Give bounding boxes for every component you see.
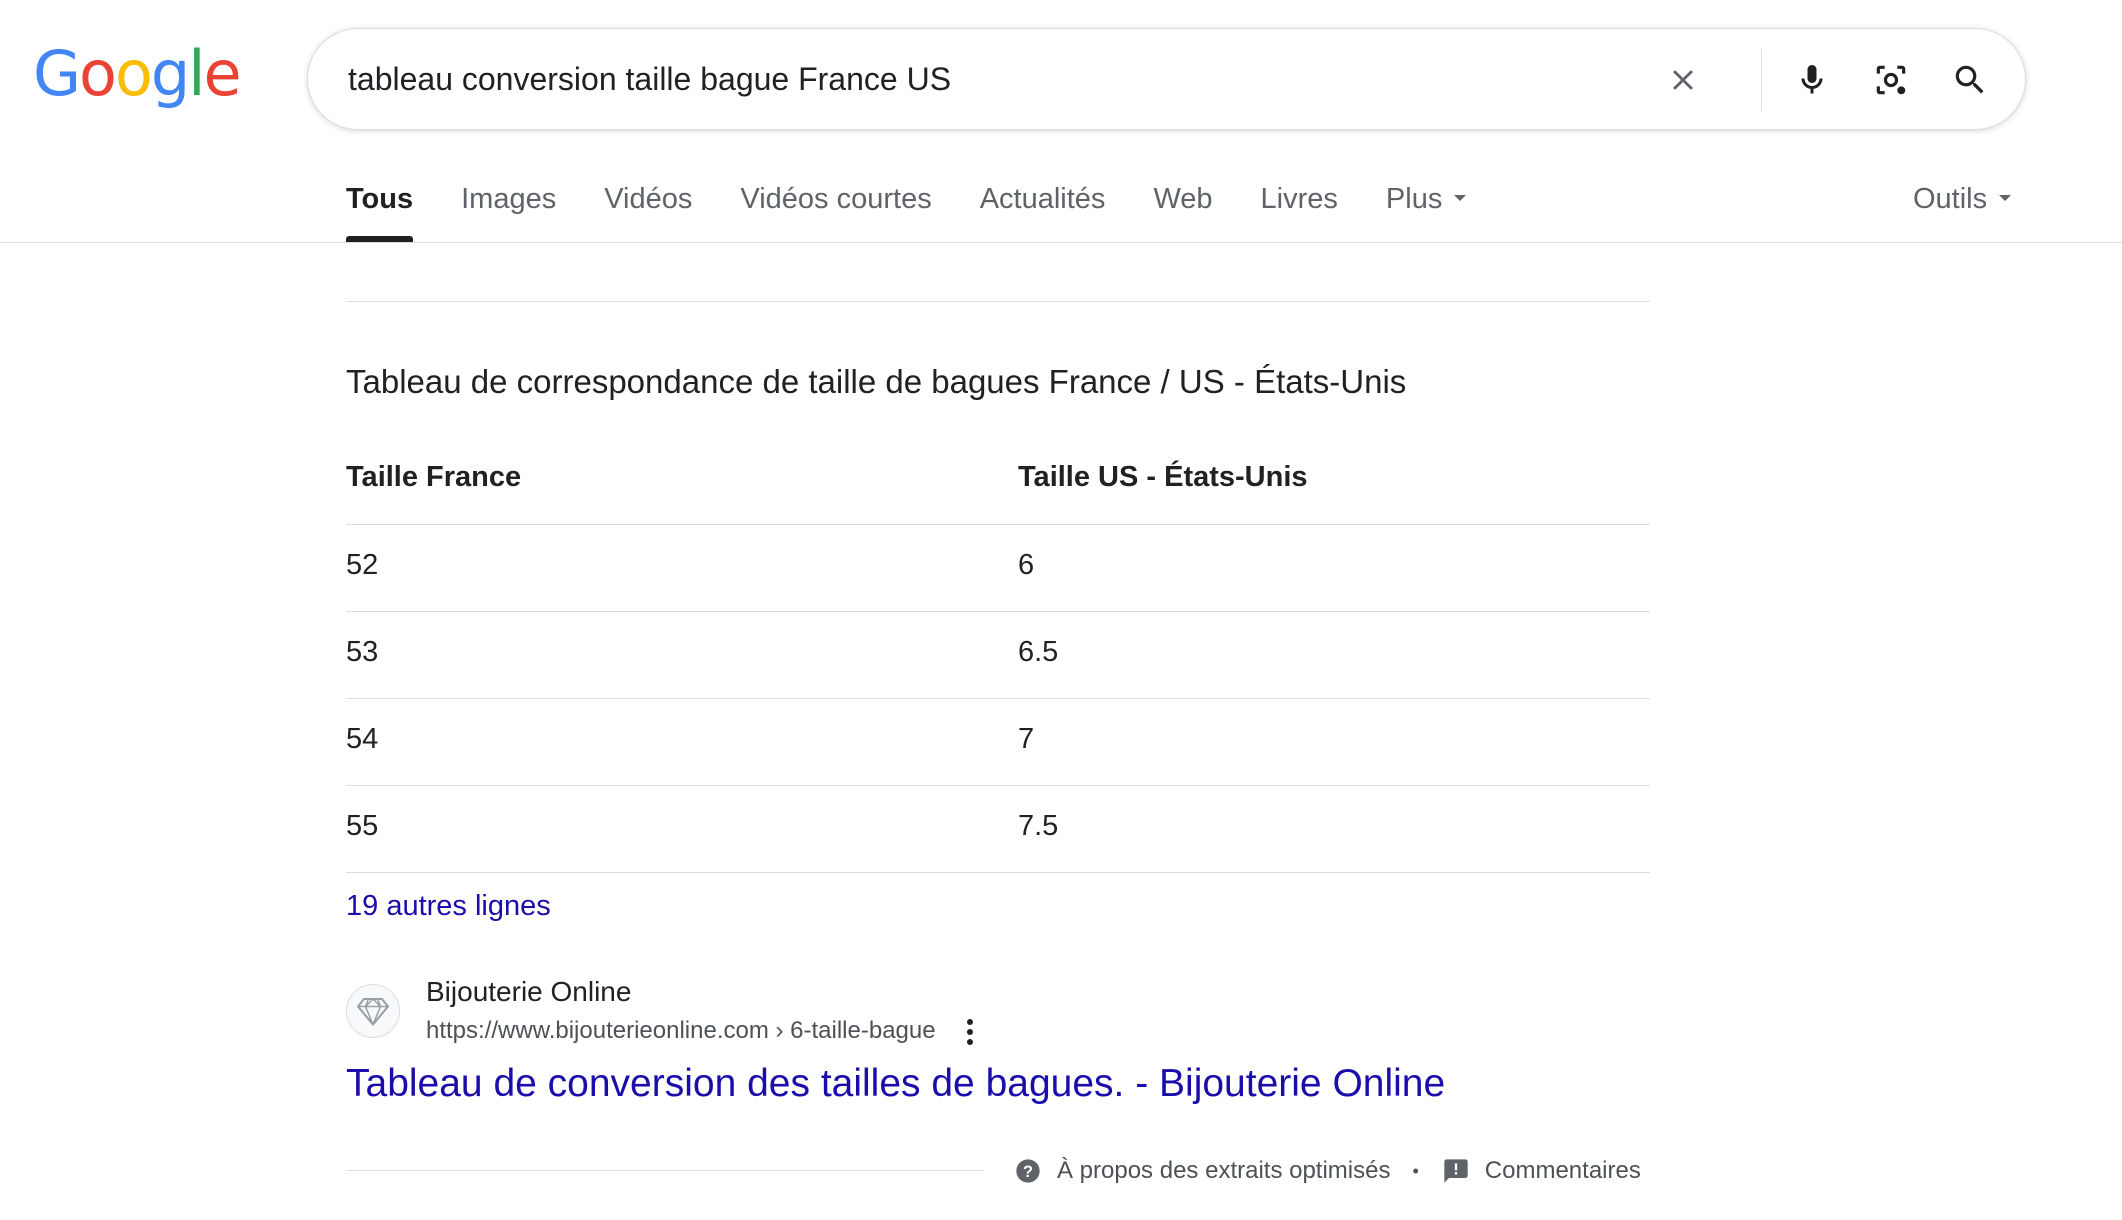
logo-letter-g: G xyxy=(33,37,81,110)
footer-separator: • xyxy=(1412,1160,1419,1181)
tab-videos[interactable]: Vidéos xyxy=(604,176,692,242)
snippet-footer: ? À propos des extraits optimisés • Comm… xyxy=(1013,1154,1641,1188)
svg-text:?: ? xyxy=(1023,1163,1033,1181)
logo-letter-l: l xyxy=(188,37,205,110)
tab-livres[interactable]: Livres xyxy=(1261,176,1338,242)
google-logo[interactable]: Google xyxy=(33,43,242,105)
table-cell: 6.5 xyxy=(1018,636,1059,668)
conversion-table: Taille France Taille US - États-Unis 52 … xyxy=(346,437,1650,873)
tools-label: Outils xyxy=(1913,183,1988,215)
tab-tous[interactable]: Tous xyxy=(346,176,414,242)
logo-letter-g2: g xyxy=(150,37,190,110)
result-title-link[interactable]: Tableau de conversion des tailles de bag… xyxy=(346,1062,1445,1106)
table-cell: 7.5 xyxy=(1018,810,1059,842)
camera-lens-icon[interactable] xyxy=(1866,55,1916,105)
logo-letter-o1: o xyxy=(79,37,117,110)
feedback-icon[interactable] xyxy=(1441,1156,1471,1186)
tab-web[interactable]: Web xyxy=(1153,176,1212,242)
tools-button[interactable]: Outils xyxy=(1913,176,2012,222)
site-name[interactable]: Bijouterie Online xyxy=(426,976,631,1008)
table-cell: 53 xyxy=(346,636,379,668)
chevron-down-icon xyxy=(1454,195,1467,202)
microphone-icon[interactable] xyxy=(1787,55,1837,105)
table-row: 53 6.5 xyxy=(346,612,1650,699)
table-header-row: Taille France Taille US - États-Unis xyxy=(346,437,1650,525)
snippet-top-divider xyxy=(346,301,1650,302)
table-row: 52 6 xyxy=(346,525,1650,612)
column-header: Taille France xyxy=(346,461,522,493)
snippet-heading: Tableau de correspondance de taille de b… xyxy=(346,363,1407,400)
tab-label: Web xyxy=(1153,183,1213,215)
tab-label: Plus xyxy=(1385,183,1443,215)
column-header: Taille US - États-Unis xyxy=(1018,461,1308,493)
tab-label: Tous xyxy=(346,183,414,215)
search-tabs: Tous Images Vidéos Vidéos courtes Actual… xyxy=(346,176,1514,242)
table-cell: 7 xyxy=(1018,723,1035,755)
help-circle-icon[interactable]: ? xyxy=(1013,1156,1043,1186)
table-cell: 6 xyxy=(1018,549,1035,581)
tab-label: Livres xyxy=(1260,183,1338,215)
header-divider xyxy=(0,242,2122,243)
table-cell: 55 xyxy=(346,810,379,842)
footer-divider xyxy=(346,1170,984,1171)
site-url[interactable]: https://www.bijouterieonline.com › 6-tai… xyxy=(426,1017,936,1045)
tab-images[interactable]: Images xyxy=(461,176,556,242)
table-row: 55 7.5 xyxy=(346,786,1650,873)
search-input[interactable] xyxy=(348,29,1578,129)
tab-label: Vidéos courtes xyxy=(740,183,932,215)
more-vert-icon[interactable] xyxy=(955,1015,985,1049)
table-cell: 54 xyxy=(346,723,379,755)
tab-label: Images xyxy=(461,183,557,215)
table-cell: 52 xyxy=(346,549,379,581)
chevron-down-icon xyxy=(1999,195,2012,202)
close-icon[interactable] xyxy=(1658,55,1708,105)
more-rows-link[interactable]: 19 autres lignes xyxy=(346,890,551,923)
tab-videos-courtes[interactable]: Vidéos courtes xyxy=(740,176,931,242)
logo-letter-e: e xyxy=(203,37,242,110)
site-favicon[interactable] xyxy=(346,984,400,1038)
tab-label: Actualités xyxy=(979,183,1106,215)
about-snippets-link[interactable]: À propos des extraits optimisés xyxy=(1057,1157,1390,1185)
tab-label: Vidéos xyxy=(604,183,693,215)
feedback-link[interactable]: Commentaires xyxy=(1485,1157,1641,1185)
logo-letter-o2: o xyxy=(114,37,153,110)
tab-plus[interactable]: Plus xyxy=(1385,176,1467,242)
search-divider xyxy=(1761,49,1762,111)
search-box xyxy=(307,28,2026,130)
diamond-icon xyxy=(356,997,390,1026)
table-row: 54 7 xyxy=(346,699,1650,786)
search-icon[interactable] xyxy=(1945,55,1995,105)
tab-actualites[interactable]: Actualités xyxy=(980,176,1106,242)
